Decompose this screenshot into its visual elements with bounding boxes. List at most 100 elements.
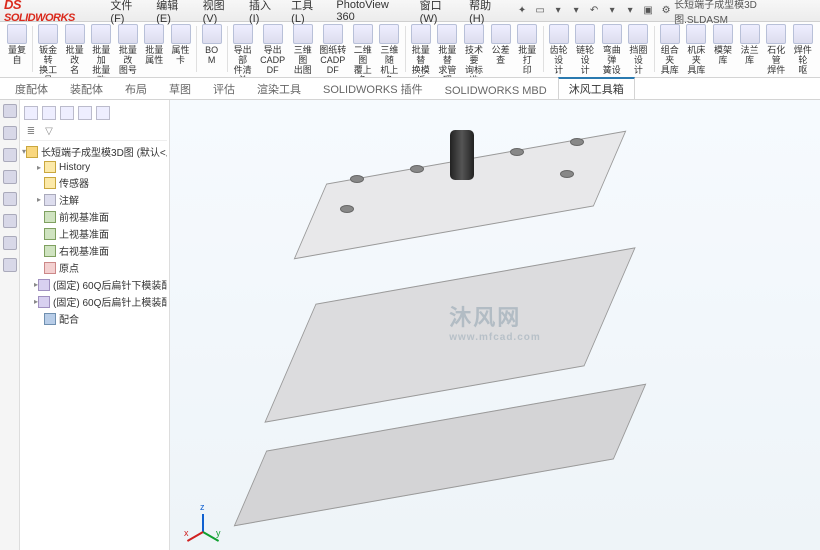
title-bar: DS SOLIDWORKS 文件(F) 编辑(E) 视图(V) 插入(I) 工具… bbox=[0, 0, 820, 22]
ribbon-icon bbox=[91, 24, 111, 44]
sidebar-icon-4[interactable] bbox=[3, 170, 17, 184]
tab-7[interactable]: 沐风工具箱 bbox=[558, 77, 635, 99]
command-tab-bar: 度配体装配体布局草图评估渲染工具SOLIDWORKS 插件SOLIDWORKS … bbox=[0, 78, 820, 100]
tree-part-lower[interactable]: ▸(固定) 60Q后扁针下模装配 bbox=[22, 276, 167, 293]
ribbon-icon bbox=[202, 24, 222, 44]
tab-5[interactable]: SOLIDWORKS 插件 bbox=[312, 78, 434, 99]
tree-tab-feature-icon[interactable] bbox=[24, 106, 38, 120]
quick-access-toolbar: ✦ ▭ ▾ ▾ ↶ ▾ ▾ ▣ ⚙ bbox=[514, 3, 674, 19]
sidebar-icon-3[interactable] bbox=[3, 148, 17, 162]
menu-edit[interactable]: 编辑(E) bbox=[152, 0, 196, 26]
ribbon-cmd-11[interactable]: 图纸转CADPDF bbox=[316, 24, 349, 75]
sidebar-icon-5[interactable] bbox=[3, 192, 17, 206]
ribbon-cmd-1[interactable]: 钣金转换工具 bbox=[35, 24, 62, 78]
filter-icon[interactable]: ≣ bbox=[24, 124, 38, 138]
redo-icon[interactable]: ▾ bbox=[604, 3, 620, 19]
select-icon[interactable]: ▾ bbox=[622, 3, 638, 19]
new-icon[interactable]: ✦ bbox=[514, 3, 530, 19]
ribbon-icon bbox=[293, 24, 313, 44]
tab-0[interactable]: 装配体 bbox=[59, 78, 114, 99]
ribbon-cmd-0[interactable]: 量复自 bbox=[4, 24, 30, 65]
tree-annotations[interactable]: ▸注解 bbox=[22, 191, 167, 208]
tab-3[interactable]: 评估 bbox=[202, 78, 246, 99]
ribbon-cmd-22[interactable]: 挡圈设计 bbox=[625, 24, 652, 75]
tree-top-plane[interactable]: 上视基准面 bbox=[22, 225, 167, 242]
menu-view[interactable]: 视图(V) bbox=[199, 0, 243, 26]
menu-file[interactable]: 文件(F) bbox=[106, 0, 150, 26]
tree-tab-property-icon[interactable] bbox=[42, 106, 56, 120]
ribbon-cmd-19[interactable]: 齿轮设计 bbox=[545, 24, 572, 75]
menu-tools[interactable]: 工具(L) bbox=[287, 0, 330, 26]
tree-sensors[interactable]: 传感器 bbox=[22, 174, 167, 191]
sidebar-icon-6[interactable] bbox=[3, 214, 17, 228]
ribbon-cmd-12[interactable]: 二维图覆上色 bbox=[349, 24, 376, 78]
open-icon[interactable]: ▭ bbox=[532, 3, 548, 19]
options-icon[interactable]: ⚙ bbox=[658, 3, 674, 19]
menu-photoview[interactable]: PhotoView 360 bbox=[332, 0, 413, 24]
ribbon-cmd-5[interactable]: 批量属性 bbox=[141, 24, 167, 65]
task-pane-sidebar bbox=[0, 100, 20, 550]
tree-tab-config-icon[interactable] bbox=[60, 106, 74, 120]
save-icon[interactable]: ▾ bbox=[550, 3, 566, 19]
tree-mates[interactable]: 配合 bbox=[22, 310, 167, 327]
tree-history[interactable]: ▸History bbox=[22, 160, 167, 174]
part-icon bbox=[38, 296, 50, 308]
ribbon-cmd-24[interactable]: 机床夹具库 bbox=[683, 24, 710, 75]
ribbon-cmd-14[interactable]: 批量替换模板 bbox=[407, 24, 434, 78]
tree-origin[interactable]: 原点 bbox=[22, 259, 167, 276]
ribbon-cmd-26[interactable]: 法兰库 bbox=[736, 24, 763, 65]
feature-tree-panel: ≣ ▽ ▾长短端子成型模3D图 (默认<显 ▸History 传感器 ▸注解 前… bbox=[20, 100, 170, 550]
sidebar-icon-8[interactable] bbox=[3, 258, 17, 272]
tree-right-plane[interactable]: 右视基准面 bbox=[22, 242, 167, 259]
mate-icon bbox=[44, 313, 56, 325]
tab-1[interactable]: 布局 bbox=[114, 78, 158, 99]
ribbon-cmd-18[interactable]: 批量打印 bbox=[514, 24, 541, 75]
ribbon-cmd-8[interactable]: 导出部件清单 bbox=[229, 24, 256, 78]
tree-front-plane[interactable]: 前视基准面 bbox=[22, 208, 167, 225]
ribbon-cmd-28[interactable]: 焊件轮呕 bbox=[790, 24, 817, 75]
ribbon-cmd-20[interactable]: 链轮设计 bbox=[572, 24, 599, 75]
rebuild-icon[interactable]: ▣ bbox=[640, 3, 656, 19]
ribbon-cmd-7[interactable]: BOM bbox=[199, 24, 225, 65]
ribbon-icon bbox=[628, 24, 648, 44]
ribbon-cmd-9[interactable]: 导出CADPDF bbox=[256, 24, 289, 75]
ribbon-cmd-16[interactable]: 技术要询标准 bbox=[461, 24, 488, 78]
ribbon-icon bbox=[660, 24, 680, 44]
menu-help[interactable]: 帮助(H) bbox=[465, 0, 510, 26]
print-icon[interactable]: ▾ bbox=[568, 3, 584, 19]
ribbon-icon bbox=[233, 24, 253, 44]
tree-part-upper[interactable]: ▸(固定) 60Q后扁针上模装配 bbox=[22, 293, 167, 310]
ribbon-cmd-15[interactable]: 批量替求管理 bbox=[434, 24, 461, 78]
tree-tab-dim-icon[interactable] bbox=[78, 106, 92, 120]
ribbon-cmd-21[interactable]: 弯曲弹簧设 bbox=[598, 24, 625, 75]
plane-icon bbox=[44, 211, 56, 223]
tree-tab-display-icon[interactable] bbox=[96, 106, 110, 120]
undo-icon[interactable]: ↶ bbox=[586, 3, 602, 19]
ribbon-cmd-4[interactable]: 批量改图号 bbox=[115, 24, 142, 75]
sidebar-icon-7[interactable] bbox=[3, 236, 17, 250]
sidebar-icon-2[interactable] bbox=[3, 126, 17, 140]
menu-insert[interactable]: 插入(I) bbox=[245, 0, 285, 26]
ribbon-cmd-27[interactable]: 石化管焊件 bbox=[763, 24, 790, 75]
ribbon-cmd-25[interactable]: 模架库 bbox=[710, 24, 737, 65]
annotation-icon bbox=[44, 194, 56, 206]
ribbon-icon bbox=[686, 24, 706, 44]
tab-partial[interactable]: 度配体 bbox=[4, 78, 59, 99]
ribbon-cmd-2[interactable]: 批量改名 bbox=[61, 24, 88, 75]
ribbon-cmd-23[interactable]: 组合夹具库 bbox=[656, 24, 683, 75]
tab-2[interactable]: 草图 bbox=[158, 78, 202, 99]
ribbon-cmd-3[interactable]: 批量加批量改 bbox=[88, 24, 115, 78]
ribbon-cmd-10[interactable]: 三维图出图 bbox=[289, 24, 316, 75]
ribbon-cmd-17[interactable]: 公差查 bbox=[487, 24, 514, 65]
funnel-icon[interactable]: ▽ bbox=[42, 124, 56, 138]
ribbon-cmd-6[interactable]: 属性卡 bbox=[167, 24, 194, 65]
tree-toolbar bbox=[22, 104, 167, 122]
tab-6[interactable]: SOLIDWORKS MBD bbox=[434, 82, 558, 99]
menu-window[interactable]: 窗口(W) bbox=[416, 0, 463, 26]
tree-root[interactable]: ▾长短端子成型模3D图 (默认<显 bbox=[22, 143, 167, 160]
ribbon-cmd-13[interactable]: 三维随机上色 bbox=[376, 24, 403, 78]
sidebar-icon-1[interactable] bbox=[3, 104, 17, 118]
tab-4[interactable]: 渲染工具 bbox=[246, 78, 312, 99]
graphics-viewport[interactable]: 沐风网 www.mfcad.com z y x bbox=[170, 100, 820, 550]
orientation-triad[interactable]: z y x bbox=[182, 498, 222, 538]
